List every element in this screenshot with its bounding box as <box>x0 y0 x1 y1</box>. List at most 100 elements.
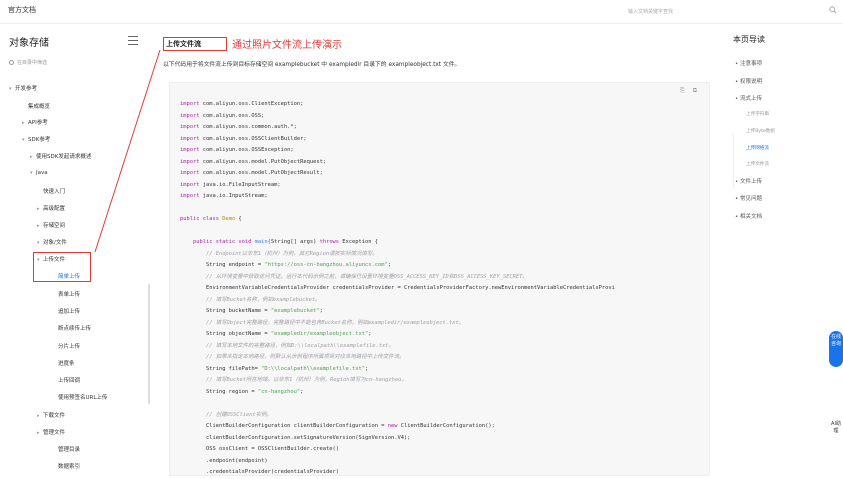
toc-divider <box>733 134 734 188</box>
code-line: String objectName = "exampledir/exampleo… <box>180 329 705 341</box>
sidebar-item-label: 上传回调 <box>58 378 81 384</box>
code-token: import <box>180 135 200 142</box>
toc-item[interactable]: 上传Byte数组 <box>746 128 775 134</box>
sidebar-item-label: 高级配置 <box>43 206 66 212</box>
toc-item[interactable]: • 文件上传 <box>735 177 762 185</box>
code-token: // 创建OSSClient实例。 <box>180 411 272 418</box>
sidebar-item-label: 管理目录 <box>58 447 81 453</box>
toc-item[interactable]: • 相关文档 <box>735 212 762 220</box>
code-line: // 填写本地文件的完整路径，例如D:\\localpath\\examplef… <box>180 341 705 353</box>
code-token: com.aliyun.oss.OSSClientBuilder; <box>199 135 307 142</box>
ai-assistant-button[interactable]: AI助理 <box>829 421 843 461</box>
toc-item[interactable]: • 注意事项 <box>735 59 762 67</box>
section-description: 以下代码用于将文件流上传到目标存储空间 examplebucket 中 exam… <box>163 62 461 68</box>
sidebar-item[interactable]: ▾ 对象/文件 <box>37 238 67 246</box>
sidebar-item[interactable]: ▸ 下载文件 <box>37 411 65 419</box>
code-token: ClientBuilderConfiguration(); <box>397 423 495 429</box>
code-token: (String[] args) <box>267 239 320 245</box>
sidebar-item[interactable]: ▸ 存储空间 <box>37 221 65 229</box>
sidebar-filter-input[interactable]: 在目录中筛选 <box>9 59 47 66</box>
code-token: import <box>180 101 200 107</box>
sidebar-item[interactable]: 断点续传上传 <box>52 324 91 332</box>
code-line: .endpoint(endpoint) <box>180 456 705 468</box>
brand-label[interactable]: 官方文档 <box>8 5 36 15</box>
sidebar-item-label: Java <box>36 170 48 176</box>
code-token: EnvironmentVariableCredentialsProvider c… <box>180 285 615 291</box>
search-icon[interactable] <box>829 6 837 14</box>
expand-icon[interactable]: ⧉ <box>693 87 697 94</box>
toc-item[interactable]: 上传网络流 <box>746 145 769 151</box>
code-line: import com.aliyun.oss.OSSException; <box>180 145 705 157</box>
code-token: com.aliyun.oss.model.PutObjectRequest; <box>199 158 327 165</box>
code-line: import com.aliyun.oss.OSS; <box>180 111 705 123</box>
sidebar-item-label: 追加上传 <box>58 309 81 315</box>
toc-item-label: 权限说明 <box>740 79 763 85</box>
toc-title: 本页导读 <box>733 35 765 44</box>
online-help-button[interactable]: 在线咨询 <box>829 331 843 367</box>
sidebar-item[interactable]: 分片上传 <box>52 342 80 350</box>
code-content: import com.aliyun.oss.ClientException; im… <box>180 99 705 479</box>
code-line: String endpoint = "https://oss-cn-hangzh… <box>180 260 705 272</box>
sidebar-item[interactable]: ▾ SDK参考 <box>22 135 50 143</box>
sidebar-item-label: 开发参考 <box>15 86 38 92</box>
code-token: String endpoint = <box>180 262 265 268</box>
code-token: com.aliyun.oss.OSS; <box>199 112 265 119</box>
doc-search-input[interactable]: 输入文档关键字查找 <box>628 8 673 15</box>
toc-item[interactable]: 上传字符串 <box>746 111 769 117</box>
code-token: ; <box>387 262 391 268</box>
code-token: throws <box>319 239 340 245</box>
sidebar-item-label: API参考 <box>28 120 48 126</box>
code-token: ; <box>365 365 369 372</box>
code-line: public class Demo { <box>180 214 705 226</box>
sidebar-item[interactable]: 管理目录 <box>52 445 80 453</box>
sidebar-item[interactable]: ▾ 开发参考 <box>9 84 37 92</box>
toc-item[interactable]: • 常见问题 <box>735 194 762 202</box>
toc-item[interactable]: • 权限说明 <box>735 77 762 85</box>
toc-item[interactable]: • 流式上传 <box>735 94 762 102</box>
code-line: // 填写Object完整路径，完整路径中不能包含Bucket名称，例如exam… <box>180 318 705 330</box>
code-line: import com.aliyun.oss.common.auth.*; <box>180 122 705 134</box>
sidebar-item[interactable]: 进度条 <box>52 359 75 367</box>
sidebar-item[interactable]: ▸ API参考 <box>22 118 48 126</box>
code-token: import <box>180 147 200 153</box>
toc-item-label: 流式上传 <box>740 96 763 102</box>
sidebar-item[interactable]: 数据索引 <box>52 462 80 470</box>
sidebar-item[interactable]: 上传回调 <box>52 376 80 384</box>
code-token: // 从环境变量中获取访问凭证。运行本代码示例之前，请确保已设置环境变量OSS_… <box>180 273 528 280</box>
sidebar-item[interactable]: ▸ 管理文件 <box>37 428 65 436</box>
code-token: Exception { <box>339 239 379 245</box>
sidebar-item[interactable]: ▸ 使用SDK发起请求概述 <box>30 152 91 160</box>
code-line: .credentialsProvider(credentialsProvider… <box>180 467 705 479</box>
sidebar-item[interactable]: 追加上传 <box>52 307 80 315</box>
code-line: // 如果未指定本地路径，则默认从示例程序所属项目对应本地路径中上传文件流。 <box>180 352 705 364</box>
top-bar: 官方文档 输入文档关键字查找 <box>0 0 843 24</box>
sidebar-item[interactable]: 集成概览 <box>22 102 50 110</box>
code-token: "https://oss-cn-hangzhou.aliyuncs.com" <box>264 262 388 268</box>
code-token: public class <box>180 216 219 222</box>
code-line: // 填写Bucket名称，例如examplebucket。 <box>180 295 705 307</box>
sidebar-item[interactable]: 快速入门 <box>37 187 65 195</box>
sidebar-item[interactable]: 使用预签名URL上传 <box>52 393 107 401</box>
sidebar-item-label: 进度条 <box>58 361 75 367</box>
sidebar-item[interactable]: 表单上传 <box>52 290 80 298</box>
code-line: String region = "cn-hangzhou"; <box>180 387 705 399</box>
nav-highlight-box <box>33 252 91 282</box>
search-icon <box>9 60 14 65</box>
code-line: OSS ossClient = OSSClientBuilder.create(… <box>180 444 705 456</box>
code-token: String filePath= <box>180 365 262 372</box>
menu-icon[interactable] <box>128 36 138 45</box>
toc-item-label: 上传Byte数组 <box>746 129 775 134</box>
sidebar-item-label: SDK参考 <box>28 137 51 143</box>
toc-item[interactable]: 上传文件流 <box>746 161 769 167</box>
sidebar-item-label: 使用SDK发起请求概述 <box>36 154 92 160</box>
sidebar-item-label: 表单上传 <box>58 292 81 298</box>
copy-icon[interactable]: ⎘ <box>680 87 685 94</box>
code-token: main <box>254 239 268 245</box>
sidebar-item[interactable]: ▸ 高级配置 <box>37 204 65 212</box>
code-line: // 创建OSSClient实例。 <box>180 410 705 422</box>
sidebar-item[interactable]: ▾ Java <box>30 170 48 176</box>
sidebar-item-label: 集成概览 <box>28 104 51 110</box>
